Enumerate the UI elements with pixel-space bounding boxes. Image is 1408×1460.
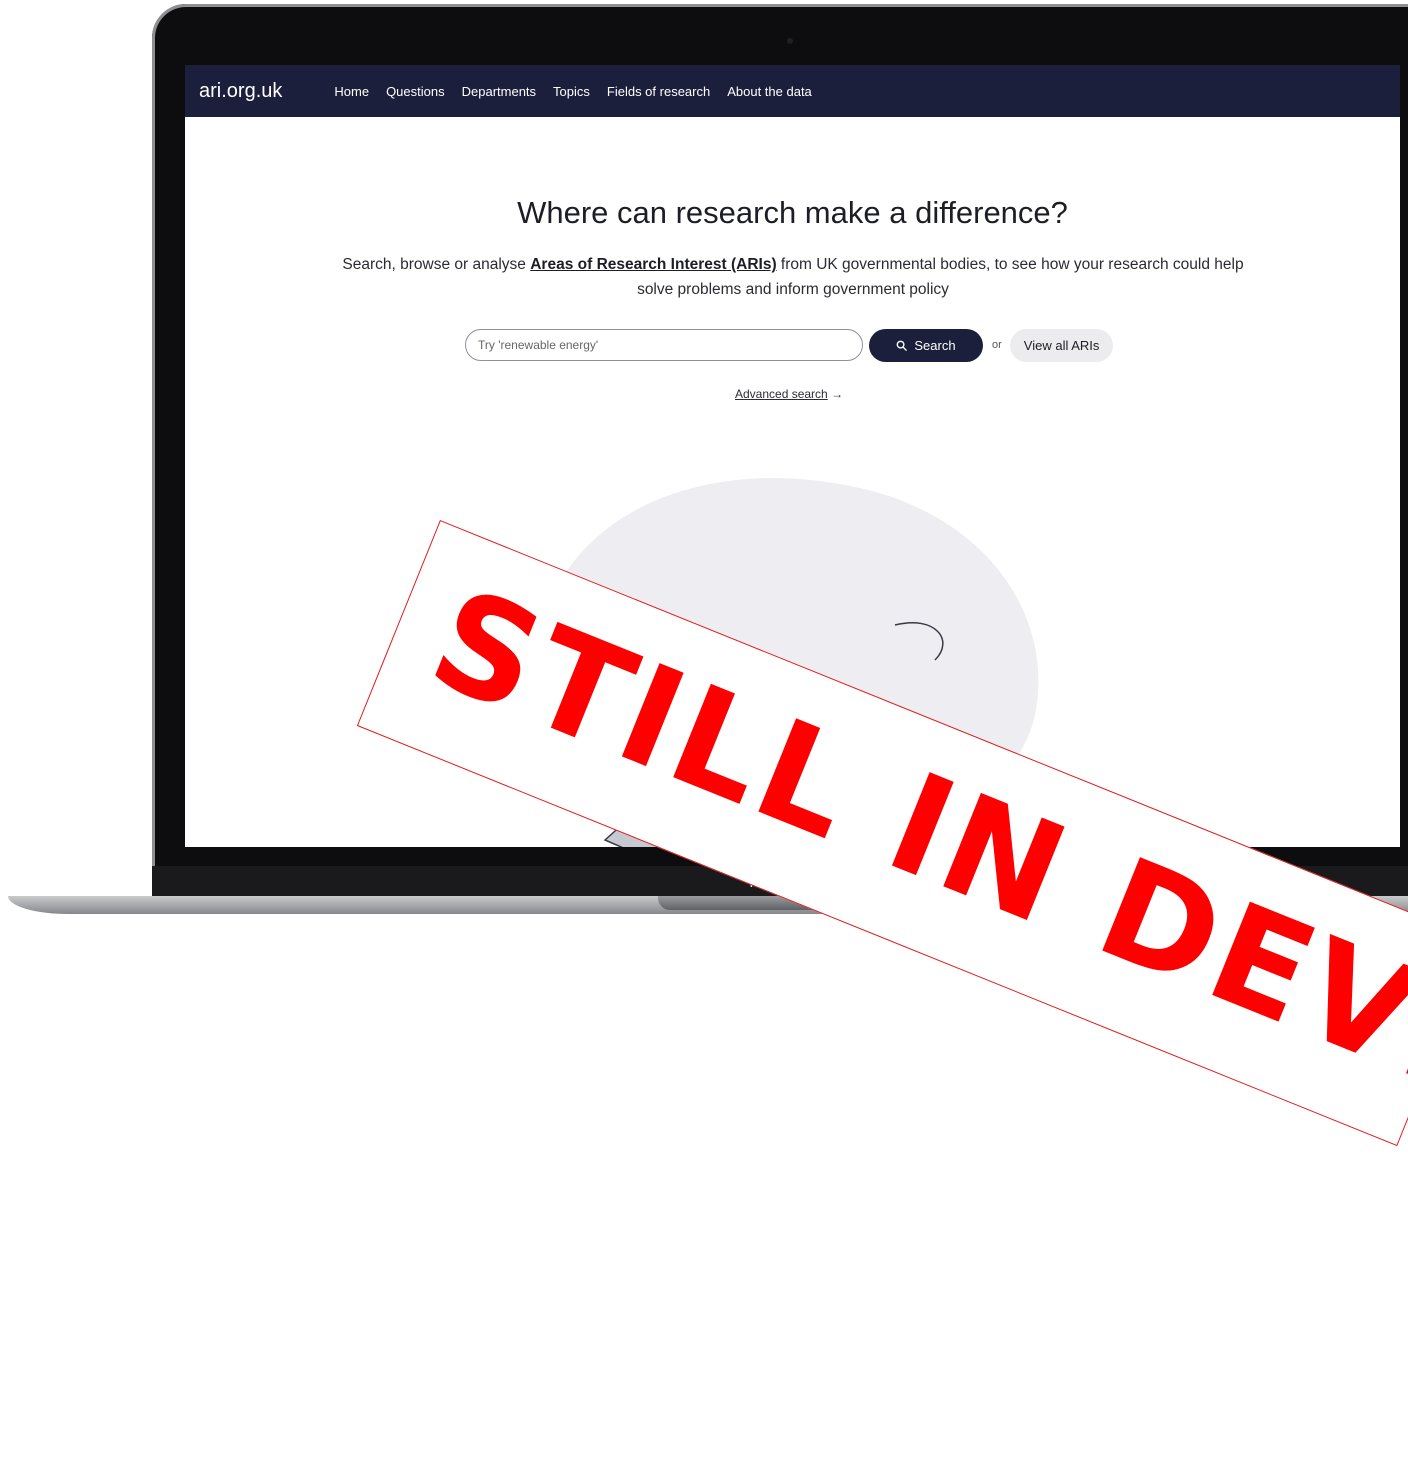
page-title: Where can research make a difference? (517, 195, 1068, 230)
search-row: Search or View all ARIs (465, 328, 1114, 362)
arrow-right-icon: → (831, 387, 844, 401)
nav-home[interactable]: Home (334, 84, 369, 99)
advanced-search-link[interactable]: Advanced search (735, 387, 828, 401)
nav-topics[interactable]: Topics (553, 84, 590, 99)
aris-link[interactable]: Areas of Research Interest (ARIs) (530, 256, 776, 273)
nav-questions[interactable]: Questions (386, 84, 445, 99)
search-button-label: Search (914, 337, 956, 353)
nav-fields-of-research[interactable]: Fields of research (607, 84, 710, 99)
subtitle-text-pre: Search, browse or analyse (342, 256, 531, 273)
camera-icon (787, 38, 793, 44)
view-all-aris-button[interactable]: View all ARIs (1009, 328, 1114, 362)
site-brand[interactable]: ari.org.uk (199, 80, 282, 103)
hero-subtitle: Search, browse or analyse Areas of Resea… (333, 252, 1253, 302)
search-input[interactable] (465, 329, 863, 361)
site-navbar: ari.org.uk Home Questions Departments To… (185, 65, 1400, 117)
or-text: or (992, 339, 1002, 351)
advanced-search: Advanced search → (735, 387, 843, 401)
nav-about-the-data[interactable]: About the data (727, 84, 812, 99)
nav-departments[interactable]: Departments (462, 84, 536, 99)
magnifier-icon (896, 340, 908, 351)
search-button[interactable]: Search (869, 328, 983, 362)
